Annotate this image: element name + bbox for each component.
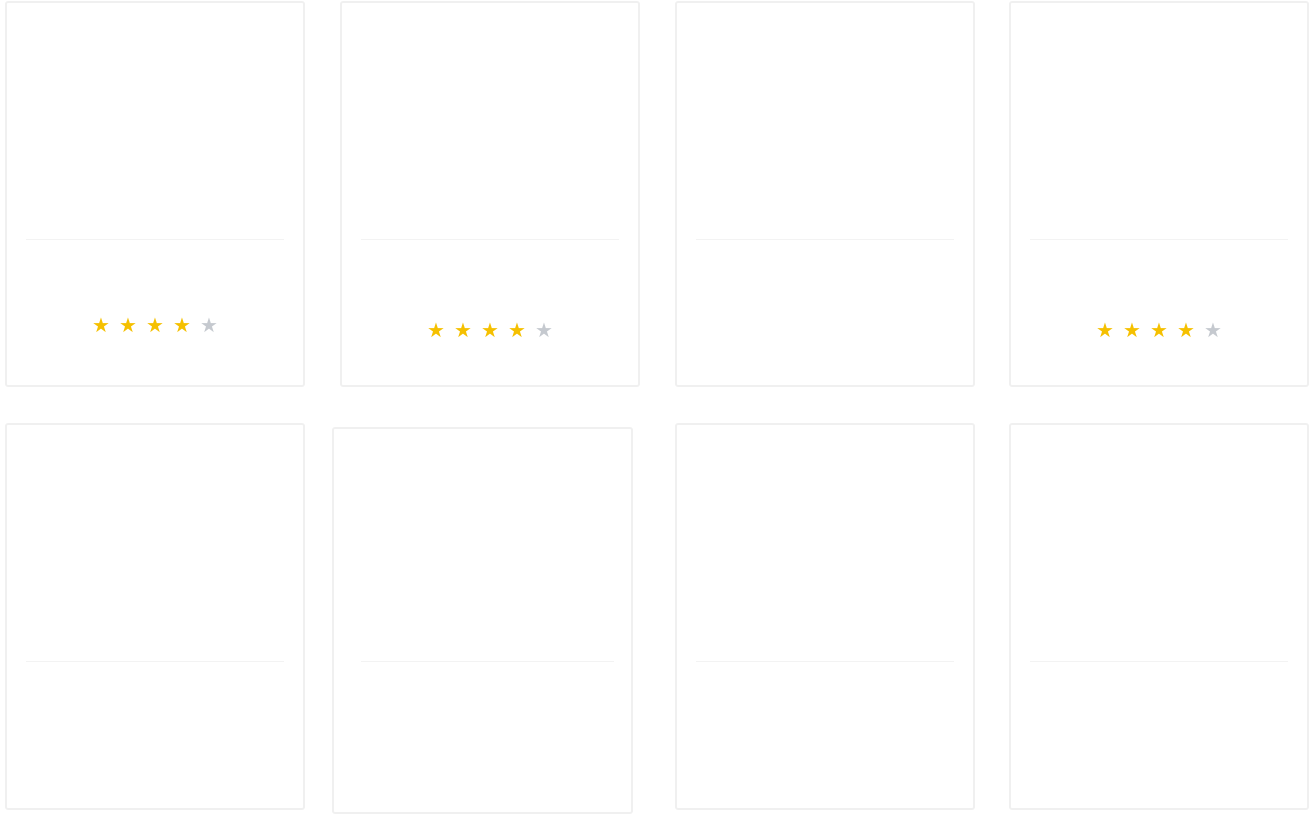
card-divider: [1030, 239, 1288, 240]
product-image[interactable]: [7, 3, 303, 239]
star-empty-icon: ★: [200, 315, 218, 337]
product-image[interactable]: [334, 429, 631, 665]
star-rating: ★ ★ ★ ★ ★: [1011, 321, 1307, 341]
star-filled-icon: ★: [1096, 320, 1114, 342]
card-divider: [696, 661, 954, 662]
star-filled-icon: ★: [454, 320, 472, 342]
star-rating: ★ ★ ★ ★ ★: [7, 316, 303, 336]
product-image[interactable]: [677, 425, 973, 661]
product-image[interactable]: [677, 3, 973, 239]
star-filled-icon: ★: [92, 315, 110, 337]
product-card[interactable]: ★ ★ ★ ★ ★: [340, 1, 640, 387]
product-image[interactable]: [1011, 3, 1307, 239]
star-filled-icon: ★: [146, 315, 164, 337]
card-divider: [361, 239, 619, 240]
card-divider: [361, 661, 614, 662]
card-divider: [26, 661, 284, 662]
star-filled-icon: ★: [1177, 320, 1195, 342]
star-filled-icon: ★: [427, 320, 445, 342]
product-card[interactable]: [675, 1, 975, 387]
product-image[interactable]: [7, 425, 303, 661]
product-card[interactable]: ★ ★ ★ ★ ★: [5, 1, 305, 387]
product-card[interactable]: [1009, 423, 1309, 810]
star-filled-icon: ★: [119, 315, 137, 337]
star-filled-icon: ★: [173, 315, 191, 337]
card-divider: [26, 239, 284, 240]
card-divider: [1030, 661, 1288, 662]
card-divider: [696, 239, 954, 240]
star-empty-icon: ★: [1204, 320, 1222, 342]
product-grid: ★ ★ ★ ★ ★ ★ ★ ★ ★ ★ ★ ★ ★ ★ ★: [0, 0, 1309, 815]
product-card[interactable]: [332, 427, 633, 814]
product-card[interactable]: [675, 423, 975, 810]
star-filled-icon: ★: [1150, 320, 1168, 342]
product-card[interactable]: ★ ★ ★ ★ ★: [1009, 1, 1309, 387]
product-image[interactable]: [342, 3, 638, 239]
star-filled-icon: ★: [508, 320, 526, 342]
star-filled-icon: ★: [1123, 320, 1141, 342]
product-card[interactable]: [5, 423, 305, 810]
star-rating: ★ ★ ★ ★ ★: [342, 321, 638, 341]
star-empty-icon: ★: [535, 320, 553, 342]
product-image[interactable]: [1011, 425, 1307, 661]
star-filled-icon: ★: [481, 320, 499, 342]
